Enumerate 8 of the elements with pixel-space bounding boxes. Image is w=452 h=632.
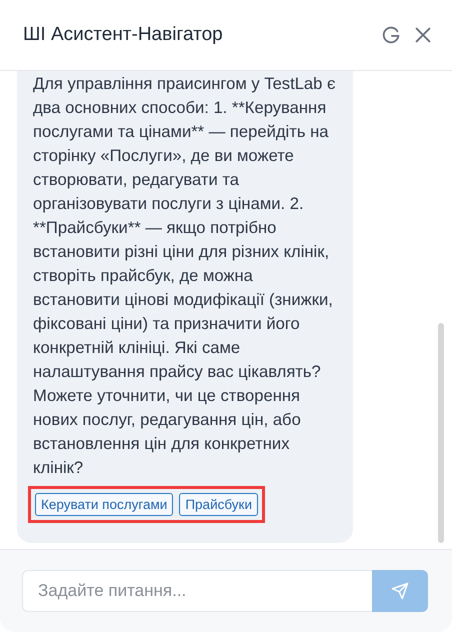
message-text: Для управління праисингом у TestLab є два основних способи: 1. **Керування послугами та цінами** — перейдіть на сторінку «Послуги», де ви можете створювати, редагувати та організовувати послуги з цінами. 2. **Прайсбуки** — якщо потрібно встановити різні ціни для різних клінік, створіть прайсбук, де можна встановити цінові модифікації (знижки, фіксовані ціни) та призначити його конкретній клініці. Які саме налаштування прайсу вас цікавлять? Можете уточнити, чи це створення нових послуг, редагування цін, або встановлення цін для конкретних клінік? xyxy=(33,73,336,479)
question-field[interactable]: Задайте питання... xyxy=(22,570,372,612)
scrollbar-thumb[interactable] xyxy=(438,323,444,543)
window-title: ШІ Асистент-Навігатор xyxy=(23,24,224,46)
refresh-icon[interactable] xyxy=(380,24,402,46)
action-button[interactable]: Прайсбуки xyxy=(179,493,258,516)
action-button[interactable]: Керувати послугами xyxy=(35,493,174,516)
send-icon xyxy=(391,582,409,600)
